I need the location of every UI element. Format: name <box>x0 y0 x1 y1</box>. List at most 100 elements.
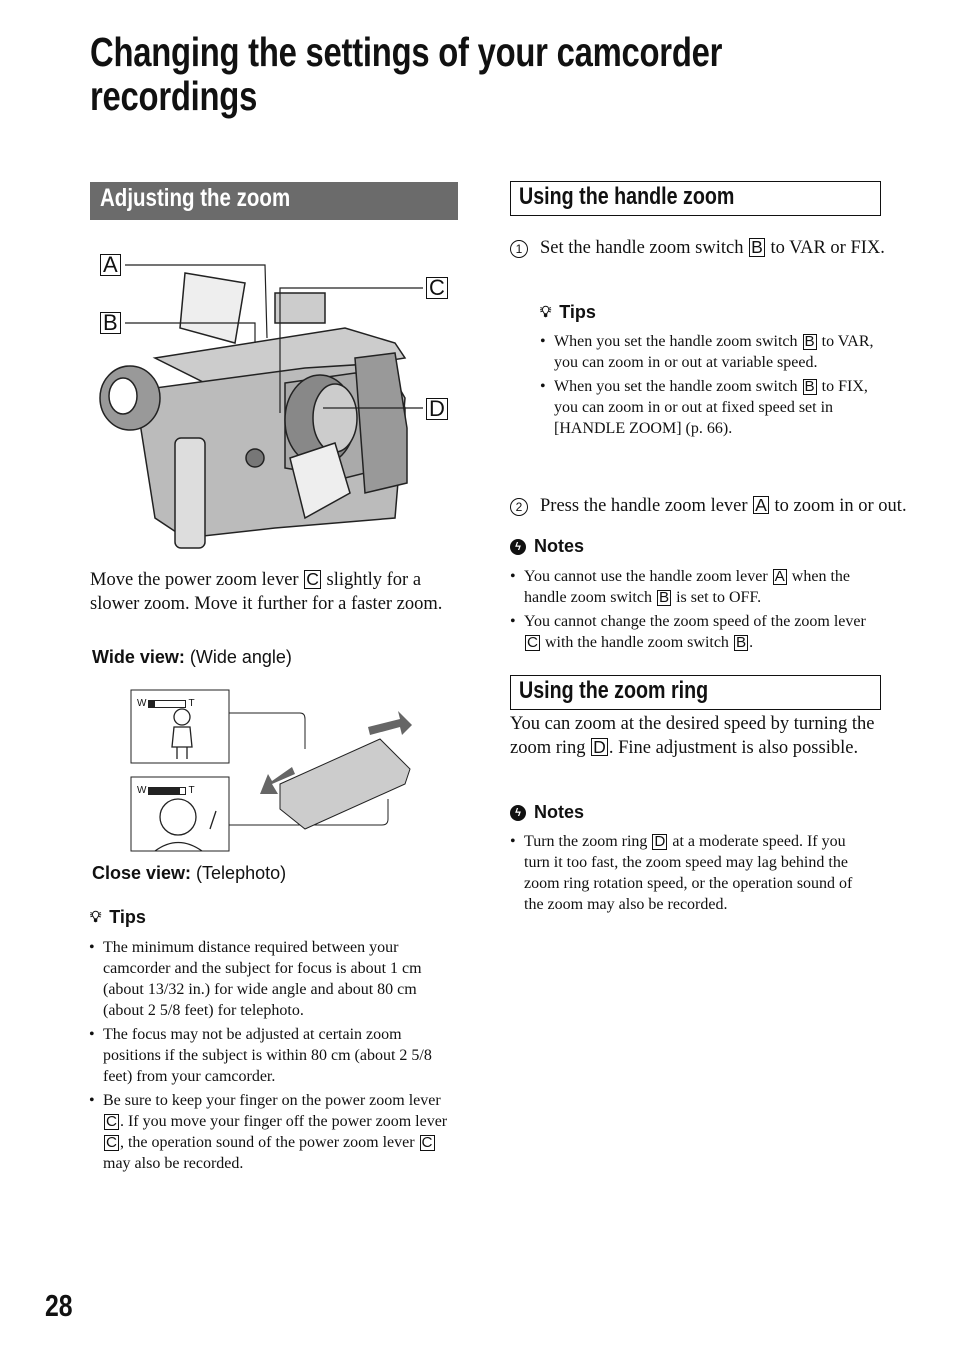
notes-label: Notes <box>534 802 585 822</box>
part-reference-box: B <box>802 333 817 351</box>
lightbulb-icon: 💡︎ <box>90 908 102 926</box>
text-segment: , the operation sound of the power zoom … <box>119 1134 419 1151</box>
figure-label-c: C <box>426 277 448 299</box>
text-segment: You cannot use the handle zoom lever <box>524 568 772 585</box>
text-segment: Be sure to keep your finger on the power… <box>103 1092 441 1109</box>
tips-label: Tips <box>109 907 146 927</box>
indicator-t: T <box>188 785 195 796</box>
handle-tips-list: When you set the handle zoom switch B to… <box>540 331 880 442</box>
section-header-adjusting-zoom: Adjusting the zoom <box>90 182 458 220</box>
page-title: Changing the settings of your camcorder … <box>90 30 810 118</box>
bullet-item: Be sure to keep your finger on the power… <box>89 1090 459 1174</box>
part-reference-box: C <box>525 634 540 652</box>
tips-heading: 💡︎ Tips <box>540 302 596 323</box>
text-segment: When you set the handle zoom switch <box>554 333 802 350</box>
notes-warning-icon: ϟ <box>510 538 526 555</box>
part-reference-box: D <box>652 833 668 851</box>
zoom-diagram-drawing <box>130 689 412 852</box>
zoom-level-bar-close <box>148 786 187 795</box>
text-segment: . If you move your finger off the power … <box>119 1113 448 1130</box>
bullet-item: The focus may not be adjusted at certain… <box>89 1024 459 1087</box>
text-segment: Turn the zoom ring <box>524 833 652 850</box>
text-segment: is set to OFF. <box>672 589 762 606</box>
zoom-arrow-tele <box>368 711 412 735</box>
indicator-w: W <box>137 785 147 796</box>
bullet-item: When you set the handle zoom switch B to… <box>540 331 880 373</box>
camcorder-illustration: A B C D <box>95 248 460 558</box>
part-reference-box: D <box>591 736 608 757</box>
zoom-level-bar-wide <box>148 699 187 708</box>
step-number-1: 1 <box>510 240 528 258</box>
text-segment: When you set the handle zoom switch <box>554 378 802 395</box>
part-reference-box: C <box>419 1134 435 1152</box>
part-reference-box: C <box>104 1134 119 1152</box>
bullet-item: You cannot change the zoom speed of the … <box>510 611 882 653</box>
text-segment: You cannot change the zoom speed of the … <box>524 613 866 630</box>
notes-label: Notes <box>534 536 585 556</box>
tips-list: The minimum distance required between yo… <box>89 937 459 1177</box>
text-segment: to VAR or FIX. <box>765 238 885 258</box>
lightbulb-icon: 💡︎ <box>540 303 552 321</box>
bullet-item: You cannot use the handle zoom lever A w… <box>510 566 882 608</box>
figure-label-a: A <box>100 254 121 276</box>
part-reference-box: B <box>733 634 749 652</box>
part-reference-box: B <box>749 237 765 257</box>
text-segment: to zoom in or out. <box>769 495 907 516</box>
bullet-item: The minimum distance required between yo… <box>89 937 459 1021</box>
section-header-text: Using the zoom ring <box>519 677 709 704</box>
part-reference-box: A <box>772 568 787 586</box>
zoom-ring-intro: You can zoom at the desired speed by tur… <box>510 713 882 760</box>
close-view-label: Close view: (Telephoto) <box>92 863 286 884</box>
zoom-indicator-close: W T <box>137 785 195 796</box>
indicator-w: W <box>137 698 147 709</box>
figure-label-b: B <box>100 312 121 334</box>
figure-label-d: D <box>426 398 448 420</box>
bullet-item: When you set the handle zoom switch B to… <box>540 376 880 439</box>
text-segment: Set the handle zoom switch <box>540 238 749 258</box>
tips-label: Tips <box>559 302 596 322</box>
page-number: 28 <box>45 1288 73 1323</box>
notes-heading: ϟ Notes <box>510 536 584 557</box>
wide-view-rest: (Wide angle) <box>184 647 292 667</box>
step-1: 1 Set the handle zoom switch B to VAR or… <box>510 237 910 261</box>
zoom-indicator-wide: W T <box>137 698 195 709</box>
text-segment: . <box>749 634 754 651</box>
tips-heading: 💡︎ Tips <box>90 907 146 928</box>
text-segment: The minimum distance required between yo… <box>103 939 422 1019</box>
section-header-text: Adjusting the zoom <box>100 184 291 212</box>
indicator-t: T <box>188 698 195 709</box>
part-reference-box: C <box>304 569 321 589</box>
title-line-1: Changing the settings of your camcorder <box>90 29 723 75</box>
section-header-handle-zoom: Using the handle zoom <box>510 181 881 216</box>
text-segment: may also be recorded. <box>103 1155 244 1172</box>
bullet-item: Turn the zoom ring D at a moderate speed… <box>510 831 870 915</box>
part-reference-box: A <box>753 494 769 515</box>
text-segment: . Fine adjustment is also possible. <box>608 737 859 758</box>
zoom-ring-notes-list: Turn the zoom ring D at a moderate speed… <box>510 831 870 918</box>
part-reference-box: C <box>104 1113 119 1131</box>
wide-view-bold: Wide view: <box>92 647 185 667</box>
text-segment: The focus may not be adjusted at certain… <box>103 1026 432 1085</box>
camcorder-drawing <box>99 264 423 549</box>
zoom-lever-body <box>279 738 411 830</box>
part-reference-box: B <box>656 589 672 607</box>
text-segment: with the handle zoom switch <box>540 634 733 651</box>
handle-notes-list: You cannot use the handle zoom lever A w… <box>510 566 882 656</box>
step-2-text: Press the handle zoom lever A to zoom in… <box>540 494 907 516</box>
zoom-intro-text: Move the power zoom lever C slightly for… <box>90 569 460 616</box>
notes-heading: ϟ Notes <box>510 802 584 823</box>
title-line-2: recordings <box>90 73 258 119</box>
notes-warning-icon: ϟ <box>510 804 526 821</box>
close-view-bold: Close view: <box>92 863 192 883</box>
section-header-text: Using the handle zoom <box>519 183 735 210</box>
text-segment: Move the power zoom lever <box>90 570 304 590</box>
text-segment: Press the handle zoom lever <box>540 495 753 516</box>
wide-view-label: Wide view: (Wide angle) <box>92 647 292 668</box>
step-number-2: 2 <box>510 497 528 516</box>
part-reference-box: B <box>802 378 817 396</box>
zoom-view-diagram: W T W T <box>130 689 430 857</box>
step-1-text: Set the handle zoom switch B to VAR or F… <box>540 238 885 258</box>
section-header-zoom-ring: Using the zoom ring <box>510 675 881 710</box>
close-view-rest: (Telephoto) <box>191 863 287 883</box>
step-2: 2 Press the handle zoom lever A to zoom … <box>510 495 910 519</box>
